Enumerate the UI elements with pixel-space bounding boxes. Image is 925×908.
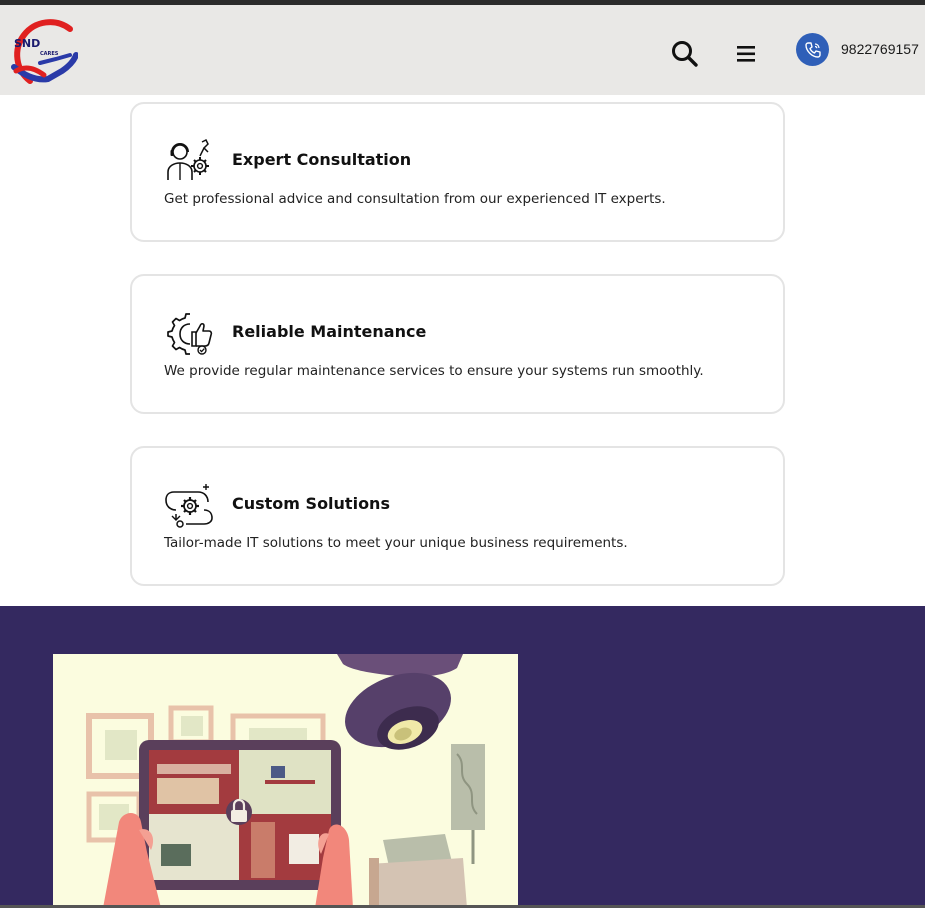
phone-number-link[interactable]: 9822769157 — [841, 41, 919, 57]
phone-icon — [804, 41, 821, 58]
feature-card-expert-consultation: Expert Consultation Get professional adv… — [130, 102, 785, 242]
feature-card-custom-solutions: Custom Solutions Tailor-made IT solution… — [130, 446, 785, 586]
feature-title: Expert Consultation — [232, 150, 412, 169]
site-header: SND CARES 9822769157 — [0, 5, 925, 95]
gear-workflow-icon — [165, 484, 213, 528]
search-icon — [672, 41, 698, 67]
menu-button[interactable] — [734, 39, 758, 69]
feature-description: We provide regular maintenance services … — [164, 363, 704, 379]
feature-title: Reliable Maintenance — [232, 322, 427, 341]
logo-text: SND — [14, 37, 40, 50]
logo-subtext: CARES — [40, 51, 59, 57]
gear-thumbs-up-icon — [167, 313, 213, 355]
feature-title: Custom Solutions — [232, 494, 390, 513]
phone-call-button[interactable] — [796, 33, 829, 66]
hamburger-menu-icon — [737, 46, 755, 62]
smart-home-security-illustration — [53, 654, 518, 908]
feature-description: Get professional advice and consultation… — [164, 191, 666, 207]
search-button[interactable] — [670, 39, 700, 69]
feature-card-reliable-maintenance: Reliable Maintenance We provide regular … — [130, 274, 785, 414]
logo[interactable]: SND CARES — [10, 15, 79, 87]
consultant-gear-icon — [167, 138, 209, 180]
feature-description: Tailor-made IT solutions to meet your un… — [164, 535, 628, 551]
